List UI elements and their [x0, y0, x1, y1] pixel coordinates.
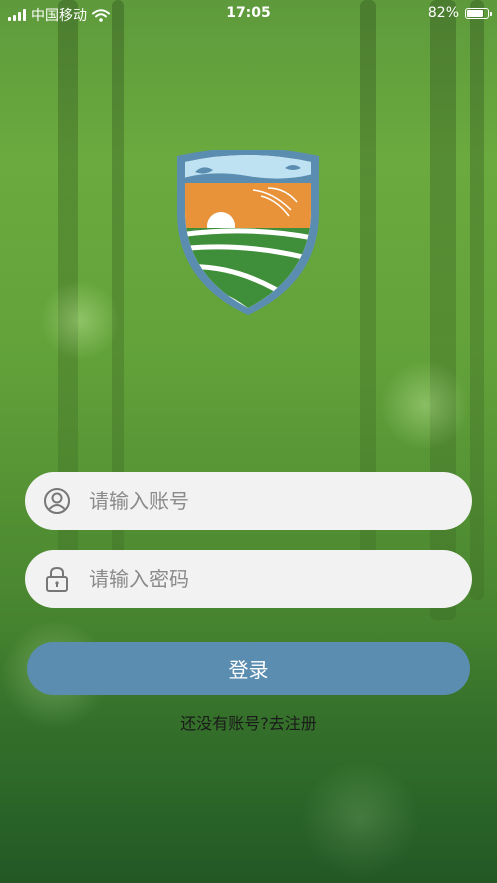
app-logo [177, 150, 319, 315]
lock-icon [43, 565, 71, 593]
status-bar: 中国移动 17:05 82% [0, 0, 497, 28]
battery-icon [465, 7, 492, 19]
login-button[interactable]: 登录 [27, 642, 470, 695]
account-input[interactable] [87, 488, 451, 514]
password-input[interactable] [87, 566, 451, 592]
battery-percent: 82% [427, 5, 459, 21]
forest-background [0, 0, 497, 883]
user-circle-icon [43, 487, 71, 515]
register-link[interactable]: 还没有账号?去注册 [0, 710, 497, 734]
password-field[interactable] [25, 550, 472, 608]
account-field[interactable] [25, 472, 472, 530]
clock: 17:05 [226, 5, 271, 21]
